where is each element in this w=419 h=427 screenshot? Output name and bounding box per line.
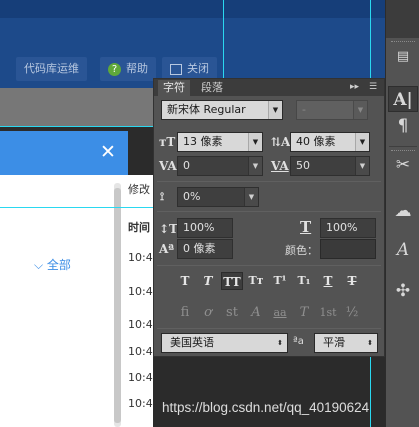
guide-line-horizontal [0,207,153,208]
superscript-button[interactable]: T¹ [269,272,291,290]
fractions-button[interactable]: ½ [341,304,363,322]
panel-divider [157,211,381,212]
watermark-text: https://blog.csdn.net/qq_40190624 [162,400,370,415]
font-size-field[interactable]: 13 像素 ▼ [177,132,263,152]
color-swatch[interactable] [320,239,376,259]
swash-button[interactable]: A [245,304,267,322]
character-panel: 字符 段落 ▸▸ ☰ 新宋体 Regular ▼ - ▼ ᴛT 13 像素 ▼ ⇅A … [153,78,385,357]
font-size-icon: ᴛT [159,135,176,149]
brush-tools-icon[interactable]: ✂ [388,152,418,178]
kerning-icon: VA [159,159,177,173]
plugin-puzzle-icon[interactable]: ✣ [388,278,418,304]
chevron-down-icon: ⌵ [34,258,47,272]
underline-button[interactable]: T [317,272,339,290]
app-header-strip [0,0,385,18]
tracking-icon: VA [271,159,289,173]
paragraph-icon[interactable]: ¶ [388,113,418,139]
help-button[interactable]: ? 帮助 [100,57,156,81]
chevron-down-icon: ▼ [244,188,258,206]
language-select[interactable]: 美国英语 ⬍ [161,333,288,353]
character-text-icon[interactable]: A| [388,86,418,112]
vertical-scale-icon: ↕T [159,222,178,236]
history-table: 修改 时间 10:46:49 10:46:49 10:46:49 10:46:4… [128,175,153,427]
chevron-down-icon: ▼ [353,101,367,119]
dialog-scrollbar-thumb[interactable] [114,188,121,423]
dialog-close-icon[interactable]: ✕ [100,143,116,162]
panel-tabbar: 字符 段落 ▸▸ ☰ [154,79,384,96]
table-cell-time: 10:46:49 [128,285,153,298]
toolbar-band [0,88,153,126]
dialog-body [0,175,128,427]
chevron-down-icon: ▼ [248,133,262,151]
table-cell-time: 10:46:49 [128,251,153,264]
repo-ops-button[interactable]: 代码库运维 [16,57,87,81]
subscript-button[interactable]: T₁ [293,272,315,290]
guide-line-horizontal [0,126,153,127]
panel-divider [157,265,381,266]
panel-divider [157,181,381,182]
tsume-icon: ⟟ [160,190,165,203]
tool-separator [389,146,417,147]
guide-line-vertical [223,0,224,80]
question-icon: ? [108,62,121,76]
chevron-down-icon: ▼ [355,133,369,151]
faux-italic-button[interactable]: T [197,272,219,290]
ligatures-button[interactable]: fi [174,304,196,322]
table-header-modify: 修改 [128,183,150,196]
character-panel-icon[interactable]: ▤ [388,44,418,70]
stylistic-alternates-button[interactable]: aa [269,304,291,322]
tab-character[interactable]: 字符 [158,80,190,96]
chevron-down-icon: ▼ [268,101,282,119]
strikethrough-button[interactable]: T [341,272,363,290]
vertical-scale-field[interactable]: 100% [177,218,233,238]
leading-icon: ⇅A [271,135,291,149]
small-caps-button[interactable]: Tт [245,272,267,290]
panel-divider [157,328,381,329]
panel-menu-icon[interactable]: ☰ [369,81,377,93]
antialias-icon: ªa [293,336,304,347]
table-header-time: 时间 [128,221,150,234]
up-down-arrows-icon: ⬍ [277,339,283,347]
color-label: 颜色： [285,244,318,257]
faux-bold-button[interactable]: T [174,272,196,290]
baseline-shift-field[interactable]: 0 像素 [177,239,233,259]
table-cell-time: 10:46:49 [128,318,153,331]
alternative-ligatures-button[interactable]: ơ [197,304,219,322]
antialias-select[interactable]: 平滑 ⬍ [314,333,378,353]
horizontal-scale-icon: T [300,218,312,236]
collapse-panel-icon[interactable]: ▸▸ [350,81,359,93]
kerning-field[interactable]: 0 ▼ [177,156,263,176]
tab-paragraph[interactable]: 段落 [196,80,228,96]
font-family-select[interactable]: 新宋体 Regular ▼ [161,100,283,120]
leading-field[interactable]: 40 像素 ▼ [290,132,370,152]
exit-icon [170,63,182,75]
baseline-shift-icon: Aª [159,242,175,256]
table-cell-time: 10:46:49 [128,397,153,410]
chevron-down-icon: ▼ [355,157,369,175]
glyphs-icon[interactable]: A [388,237,418,263]
titling-alternates-button[interactable]: T [293,304,315,322]
tool-strip-header [386,0,419,38]
filter-all-dropdown[interactable]: ⌵ 全部 [34,256,71,273]
table-cell-time: 10:46:49 [128,371,153,384]
font-style-select[interactable]: - ▼ [296,100,368,120]
chevron-down-icon: ▼ [248,157,262,175]
tool-strip: ▤ A| ¶ ✂ ☁ A ✣ [385,0,419,427]
horizontal-scale-field[interactable]: 100% [320,218,376,238]
tracking-field[interactable]: 50 ▼ [290,156,370,176]
discretionary-ligatures-button[interactable]: st [221,304,243,322]
table-cell-time: 10:46:49 [128,345,153,358]
tsume-field[interactable]: 0% ▼ [177,187,259,207]
up-down-arrows-icon: ⬍ [367,339,373,347]
all-caps-button[interactable]: TT [221,272,243,290]
drag-handle[interactable] [391,41,415,43]
ordinals-button[interactable]: 1st [317,304,339,322]
cloud-libraries-icon[interactable]: ☁ [388,198,418,224]
